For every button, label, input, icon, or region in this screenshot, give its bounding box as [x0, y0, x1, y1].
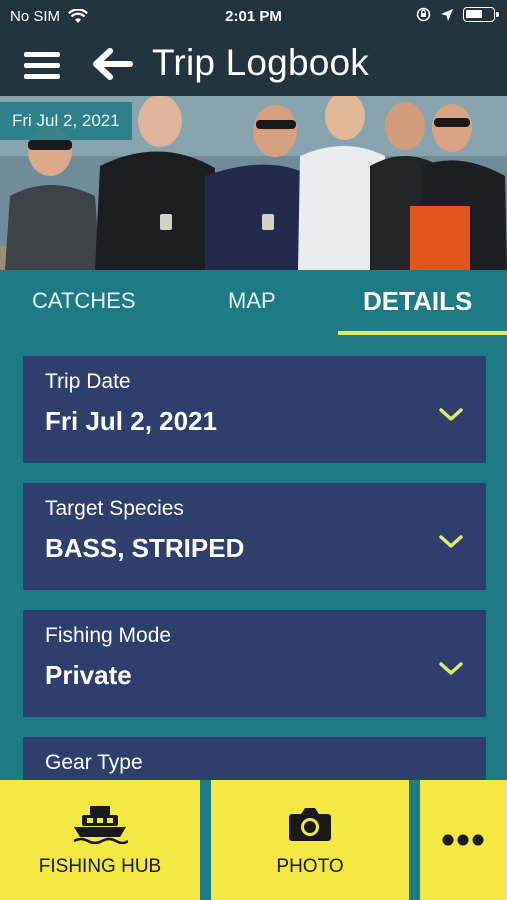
chevron-down-icon — [439, 408, 463, 421]
field-label: Fishing Mode — [45, 624, 172, 647]
orientation-lock-icon — [416, 7, 431, 22]
target-species-field[interactable]: Target Species BASS, STRIPED — [23, 483, 486, 590]
trip-date-badge: Fri Jul 2, 2021 — [0, 102, 132, 140]
tab-details[interactable]: DETAILS — [363, 286, 472, 317]
photo-button[interactable]: PHOTO — [211, 780, 409, 900]
chevron-down-icon — [439, 535, 463, 548]
status-right — [416, 7, 499, 22]
app-header: Trip Logbook — [0, 32, 507, 96]
more-button[interactable] — [420, 780, 507, 900]
fishing-mode-field[interactable]: Fishing Mode Private — [23, 610, 486, 717]
status-bar: No SIM 2:01 PM — [0, 0, 507, 32]
camera-icon — [289, 808, 331, 841]
field-value: BASS, STRIPED — [45, 533, 245, 563]
fishing-hub-label: FISHING HUB — [38, 856, 162, 877]
location-arrow-icon — [441, 8, 453, 21]
battery-fill — [466, 10, 482, 18]
tab-map[interactable]: MAP — [228, 288, 276, 314]
trip-date-field[interactable]: Trip Date Fri Jul 2, 2021 — [23, 356, 486, 463]
chevron-down-icon — [439, 662, 463, 675]
more-dots-icon — [442, 834, 484, 846]
photo-label: PHOTO — [276, 856, 344, 877]
field-value: Fri Jul 2, 2021 — [45, 406, 217, 436]
field-label: Trip Date — [45, 370, 131, 393]
arrow-left-icon[interactable] — [90, 46, 134, 82]
field-label: Gear Type — [45, 751, 143, 774]
active-tab-indicator — [338, 331, 507, 335]
tab-bar: CATCHES MAP DETAILS — [0, 270, 507, 336]
fishing-hub-button[interactable]: FISHING HUB — [0, 780, 200, 900]
hamburger-menu-icon[interactable] — [22, 50, 62, 82]
boat-icon — [73, 806, 128, 844]
trip-photo: Fri Jul 2, 2021 — [0, 96, 507, 270]
tab-catches[interactable]: CATCHES — [32, 288, 136, 314]
field-value: Private — [45, 660, 132, 690]
bottom-action-bar: FISHING HUB PHOTO — [0, 780, 507, 900]
field-label: Target Species — [45, 497, 184, 520]
page-title: Trip Logbook — [152, 42, 369, 83]
battery-icon — [463, 7, 499, 22]
